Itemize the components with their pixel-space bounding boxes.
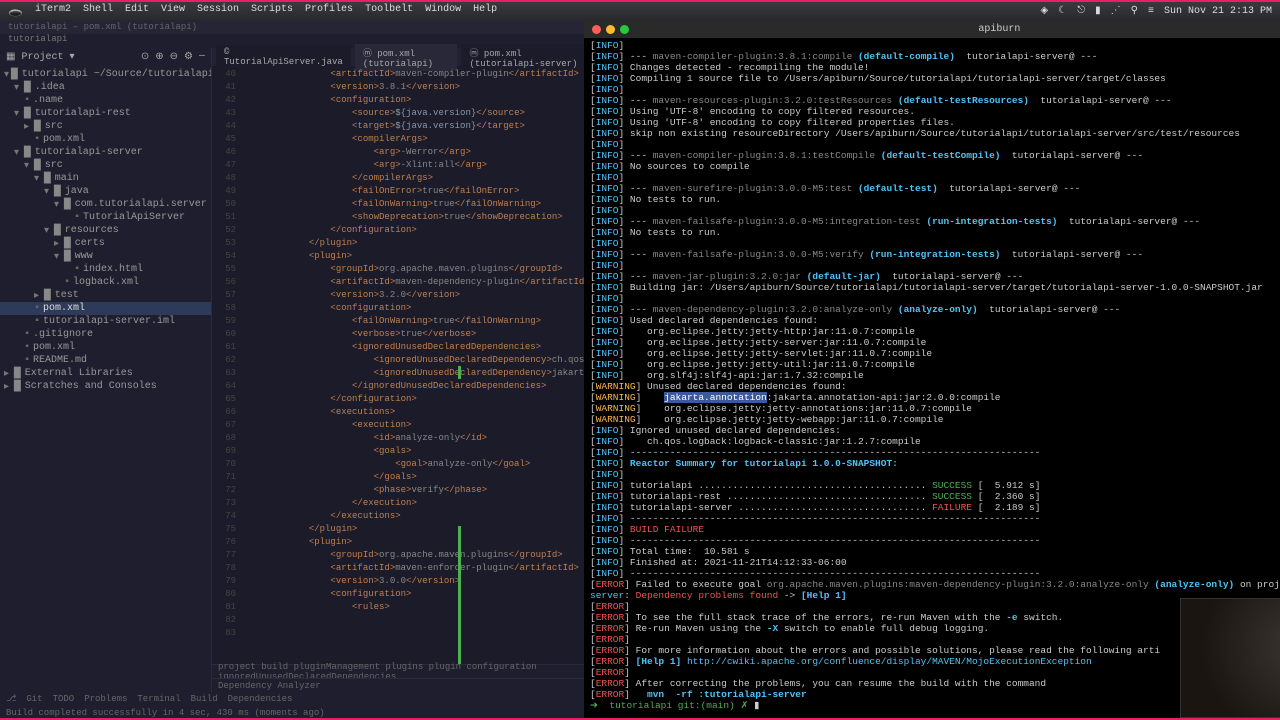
tree-row[interactable]: ▾▉.idea [0, 81, 211, 94]
project-tool-window: ▦ Project ▾ ⊙ ⊕ ⊖ ⚙ — ▾▉tutorialapi ~/So… [0, 48, 212, 692]
window-title: tutorialapi – pom.xml (tutorialapi) [0, 20, 584, 34]
menu-item[interactable]: Help [473, 4, 497, 19]
terminal-title: apiburn [978, 24, 1020, 35]
menu-item[interactable]: Toolbelt [365, 4, 413, 19]
expand-icon[interactable]: ⊕ [155, 51, 163, 63]
tree-row[interactable]: ▾▉www [0, 250, 211, 263]
tree-row[interactable]: ▪index.html [0, 263, 211, 276]
menu-item[interactable]: Session [197, 4, 239, 19]
tree-row[interactable]: ▪tutorialapi-server.iml [0, 315, 211, 328]
project-label[interactable]: ▦ Project ▾ [6, 51, 75, 63]
status-item[interactable]: Problems [84, 694, 127, 704]
tree-row[interactable]: ▾▉tutorialapi ~/Source/tutorialapi [0, 68, 211, 81]
tree-row[interactable]: ▾▉main [0, 172, 211, 185]
tree-row[interactable]: ▾▉resources [0, 224, 211, 237]
clock[interactable]: Sun Nov 21 2:13 PM [1164, 6, 1272, 17]
intellij-window: tutorialapi – pom.xml (tutorialapi) tuto… [0, 20, 584, 720]
menu-item[interactable]: View [161, 4, 185, 19]
dropbox-icon[interactable]: ◈ [1041, 5, 1049, 17]
tree-row[interactable]: ▸▉External Libraries [0, 367, 211, 380]
tree-row[interactable]: ▪.gitignore [0, 328, 211, 341]
tree-row[interactable]: ▪pom.xml [0, 341, 211, 354]
iterm-window: apiburn ▦ [INFO] [INFO] --- maven-compil… [584, 20, 1280, 720]
status-item[interactable]: Terminal [137, 694, 180, 704]
build-message: Build completed successfully in 4 sec, 4… [6, 708, 325, 718]
apple-menu-icon[interactable]: 🕳️ [8, 4, 23, 19]
tree-row[interactable]: ▾▉com.tutorialapi.server [0, 198, 211, 211]
line-gutter: 4041424344454647484950515253545556575859… [212, 66, 240, 664]
control-center-icon[interactable]: ≡ [1148, 6, 1154, 17]
status-item[interactable]: Git [26, 694, 42, 704]
tree-row[interactable]: ▾▉tutorialapi-rest [0, 107, 211, 120]
search-icon[interactable]: ⚲ [1131, 5, 1138, 17]
menu-item[interactable]: Window [425, 4, 461, 19]
code-editor[interactable]: © TutorialApiServer.java ⓜ pom.xml (tuto… [212, 48, 594, 692]
tree-row[interactable]: ▾▉tutorialapi-server [0, 146, 211, 159]
tree-row[interactable]: ▸▉test [0, 289, 211, 302]
crescent-icon[interactable]: ☾ [1058, 5, 1067, 17]
menu-item[interactable]: Shell [83, 4, 113, 19]
settings-icon[interactable]: ⚙ [184, 51, 193, 63]
zoom-icon[interactable] [620, 25, 629, 34]
tree-row[interactable]: ▪README.md [0, 354, 211, 367]
tree-row[interactable]: ▪pom.xml [0, 133, 211, 146]
menu-item[interactable]: Profiles [305, 4, 353, 19]
app-name[interactable]: iTerm2 [35, 4, 71, 19]
tree-row[interactable]: ▾▉java [0, 185, 211, 198]
tree-row[interactable]: ▾▉src [0, 159, 211, 172]
code-area[interactable]: <artifactId>maven-compiler-plugin</artif… [240, 66, 594, 664]
tree-row[interactable]: ▪pom.xml [0, 302, 211, 315]
tree-row[interactable]: ▸▉certs [0, 237, 211, 250]
file-tree[interactable]: ▾▉tutorialapi ~/Source/tutorialapi▾▉.ide… [0, 66, 211, 692]
close-icon[interactable] [592, 25, 601, 34]
battery-icon[interactable]: ▮ [1095, 5, 1101, 17]
status-item[interactable]: Build [191, 694, 218, 704]
tree-row[interactable]: ▸▉src [0, 120, 211, 133]
webcam-overlay [1180, 598, 1280, 718]
tree-row[interactable]: ▸▉Scratches and Consoles [0, 380, 211, 393]
tree-row[interactable]: ▪.name [0, 94, 211, 107]
status-bar: ⎇ Git TODO Problems Terminal Build Depen… [0, 692, 584, 706]
terminal-output[interactable]: [INFO] [INFO] --- maven-compiler-plugin:… [584, 38, 1280, 720]
bluetooth-icon[interactable]: ⎋ [1077, 5, 1085, 17]
status-item[interactable]: Dependencies [228, 694, 293, 704]
wifi-icon[interactable]: ⋰ [1111, 5, 1121, 17]
collapse-icon[interactable]: ⊖ [170, 51, 178, 63]
breadcrumb[interactable]: project build pluginManagement plugins p… [212, 664, 594, 678]
minimize-icon[interactable] [606, 25, 615, 34]
tree-row[interactable]: ▪logback.xml [0, 276, 211, 289]
menu-item[interactable]: Scripts [251, 4, 293, 19]
status-item[interactable]: TODO [53, 694, 75, 704]
macos-menubar: 🕳️ iTerm2 Shell Edit View Session Script… [0, 2, 1280, 20]
menu-item[interactable]: Edit [125, 4, 149, 19]
hide-icon[interactable]: — [199, 51, 205, 63]
tree-row[interactable]: ▪TutorialApiServer [0, 211, 211, 224]
locate-icon[interactable]: ⊙ [141, 51, 149, 63]
